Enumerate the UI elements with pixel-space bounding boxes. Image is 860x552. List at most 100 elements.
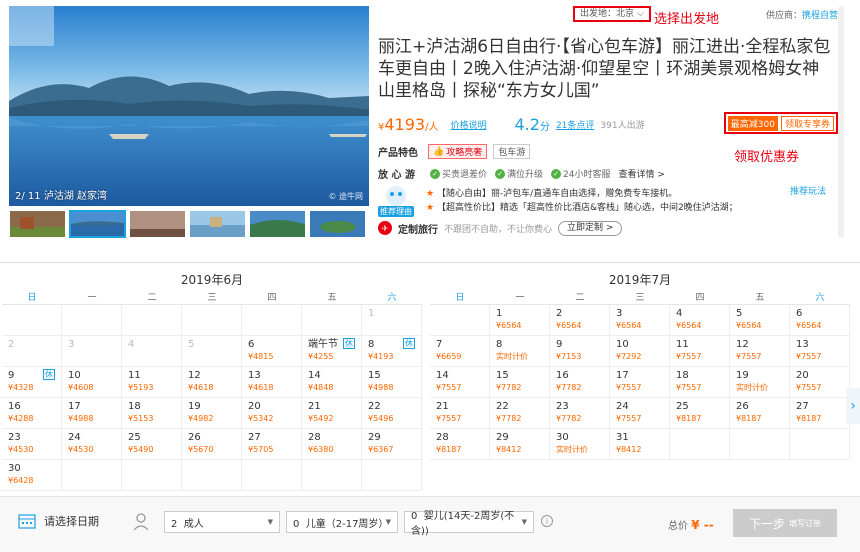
calendar-day[interactable]: 17 ¥7557 — [610, 367, 670, 398]
day-number: 19 — [736, 370, 749, 381]
check-icon: ✓ — [495, 168, 506, 179]
thumbnail-active[interactable] — [69, 210, 126, 238]
next-step-button[interactable]: 下一步 填写订单 — [733, 509, 837, 537]
calendar-day[interactable]: 24 ¥7557 — [610, 398, 670, 429]
calendar-day[interactable]: 30 实时计价 — [550, 429, 610, 460]
coupon-discount: 最高减300 — [727, 115, 778, 131]
calendar-day[interactable]: 27 ¥5705 — [242, 429, 302, 460]
weekday-header: 日一二三四五六 — [430, 291, 850, 305]
calendar-day[interactable]: 10 ¥7292 — [610, 336, 670, 367]
assurance-details-link[interactable]: 查看详情 > — [618, 167, 664, 180]
calendar-day[interactable]: 28 ¥6380 — [302, 429, 362, 460]
calendar-day[interactable]: 23 ¥7782 — [550, 398, 610, 429]
calendar-day[interactable]: 25 ¥5490 — [122, 429, 182, 460]
calendar-day[interactable]: 15 ¥7782 — [490, 367, 550, 398]
calendar-day[interactable]: 19 ¥4982 — [182, 398, 242, 429]
calendar-day: 3 — [62, 336, 122, 367]
calendar-day[interactable]: 11 ¥7557 — [670, 336, 730, 367]
calendar-day[interactable]: 28 ¥8187 — [430, 429, 490, 460]
calendar-day[interactable]: 29 ¥6367 — [362, 429, 422, 460]
children-select[interactable]: 0 儿童（2-17周岁） ▼ — [286, 511, 398, 533]
calendar-day[interactable]: 25 ¥8187 — [670, 398, 730, 429]
calendar-day[interactable]: 20 ¥5342 — [242, 398, 302, 429]
calendar-day[interactable]: 24 ¥4530 — [62, 429, 122, 460]
calendar-day[interactable]: 4 ¥6564 — [670, 305, 730, 336]
calendar-day[interactable]: 26 ¥8187 — [730, 398, 790, 429]
calendar-day[interactable]: 6 ¥4815 — [242, 336, 302, 367]
calendar-day[interactable]: 14 ¥7557 — [430, 367, 490, 398]
price-explain-link[interactable]: 价格说明 — [450, 118, 486, 131]
day-number: 21 — [436, 401, 449, 412]
calendar-day[interactable]: 19 实时计价 — [730, 367, 790, 398]
calendar-day[interactable]: 12 ¥4618 — [182, 367, 242, 398]
weekday-label: 三 — [635, 293, 645, 303]
hero-image[interactable]: 2/ 11 泸沽湖 赵家湾 © 途牛网 — [9, 6, 369, 206]
calendar-day[interactable]: 8 ¥4193 休 — [362, 336, 422, 367]
calendar-day[interactable]: 26 ¥5670 — [182, 429, 242, 460]
calendar-day[interactable]: 22 ¥5496 — [362, 398, 422, 429]
calendar-day[interactable]: 14 ¥4848 — [302, 367, 362, 398]
product-title: 丽江+泸沽湖6日自由行·【省心包车游】丽江进出·全程私家包车更自由丨2晚入住泸沽… — [378, 37, 831, 101]
calendar-day[interactable]: 15 ¥4988 — [362, 367, 422, 398]
calendar-day[interactable]: 10 ¥4608 — [62, 367, 122, 398]
calendar-day[interactable]: 9 ¥4328 休 — [2, 367, 62, 398]
calendar-day[interactable]: 29 ¥8412 — [490, 429, 550, 460]
calendar-day[interactable]: 13 ¥7557 — [790, 336, 850, 367]
calendar-day[interactable]: 8 实时计价 — [490, 336, 550, 367]
info-icon[interactable]: i — [541, 515, 553, 527]
day-number: 6 — [248, 339, 255, 350]
recommend-play-link[interactable]: 推荐玩法 — [790, 184, 826, 197]
day-price: ¥5153 — [128, 414, 154, 423]
calendar-day[interactable]: 12 ¥7557 — [730, 336, 790, 367]
calendar-day[interactable]: 5 ¥6564 — [730, 305, 790, 336]
day-number: 15 — [368, 370, 381, 381]
calendar-day[interactable]: 31 ¥8412 — [610, 429, 670, 460]
thumbnail[interactable] — [9, 210, 66, 238]
calendar-day[interactable]: 13 ¥4618 — [242, 367, 302, 398]
feature-tag-charter[interactable]: 包车游 — [493, 144, 531, 159]
reviews-link[interactable]: 21条点评 — [556, 118, 594, 131]
calendar-day[interactable]: 1 ¥6564 — [490, 305, 550, 336]
feature-tag-guide[interactable]: 👍 攻略亮奢 — [428, 144, 488, 159]
infants-select[interactable]: 0 婴儿(14天-2周岁(不含)) ▼ — [404, 511, 534, 537]
calendar-day[interactable]: 9 ¥7153 — [550, 336, 610, 367]
calendar-day[interactable]: 27 ¥8187 — [790, 398, 850, 429]
day-price: ¥7153 — [556, 352, 582, 361]
date-picker[interactable]: 请选择日期 — [18, 513, 99, 529]
weekday-label: 六 — [815, 293, 825, 303]
departure-selector[interactable]: 出发地：北京 ⌵ — [573, 6, 651, 22]
next-month-arrow[interactable]: › — [846, 388, 860, 424]
calendar-day[interactable]: 端午节 ¥4255 休 — [302, 336, 362, 367]
scrollbar[interactable] — [838, 6, 844, 238]
custom-tour-desc: 不跟团不自助，不让你费心 — [444, 224, 553, 235]
calendar-day[interactable]: 18 ¥5153 — [122, 398, 182, 429]
calendar-day[interactable]: 21 ¥7557 — [430, 398, 490, 429]
calendar-day[interactable]: 22 ¥7782 — [490, 398, 550, 429]
calendar-day[interactable]: 18 ¥7557 — [670, 367, 730, 398]
thumbnail[interactable] — [249, 210, 306, 238]
calendar-day[interactable]: 2 ¥6564 — [550, 305, 610, 336]
calendar-day[interactable]: 3 ¥6564 — [610, 305, 670, 336]
calendar-day[interactable]: 23 ¥4530 — [2, 429, 62, 460]
custom-tour-button[interactable]: 立即定制 > — [558, 220, 623, 236]
calendar-day[interactable]: 11 ¥5193 — [122, 367, 182, 398]
day-price: ¥6428 — [8, 476, 34, 485]
thumbnail[interactable] — [129, 210, 186, 238]
adults-select[interactable]: 2 成人 ▼ — [164, 511, 280, 533]
calendar-day[interactable]: 21 ¥5492 — [302, 398, 362, 429]
thumbnail[interactable] — [189, 210, 246, 238]
thumbnail[interactable] — [309, 210, 366, 238]
thumbnail-strip — [9, 210, 369, 238]
calendar-day[interactable]: 16 ¥4288 — [2, 398, 62, 429]
calendar-day[interactable]: 16 ¥7782 — [550, 367, 610, 398]
calendar-day[interactable]: 6 ¥6564 — [790, 305, 850, 336]
get-coupon-button[interactable]: 领取专享券 — [780, 115, 834, 131]
calendar-day[interactable]: 7 ¥6659 — [430, 336, 490, 367]
supplier-name[interactable]: 携程自营 — [802, 11, 838, 21]
calendar-day[interactable]: 30 ¥6428 — [2, 460, 62, 491]
day-number: 21 — [308, 401, 321, 412]
coupon-box[interactable]: 最高减300 领取专享券 — [723, 112, 838, 134]
calendar-day[interactable]: 20 ¥7557 — [790, 367, 850, 398]
calendar-day[interactable]: 17 ¥4988 — [62, 398, 122, 429]
day-number: 3 — [68, 339, 75, 350]
